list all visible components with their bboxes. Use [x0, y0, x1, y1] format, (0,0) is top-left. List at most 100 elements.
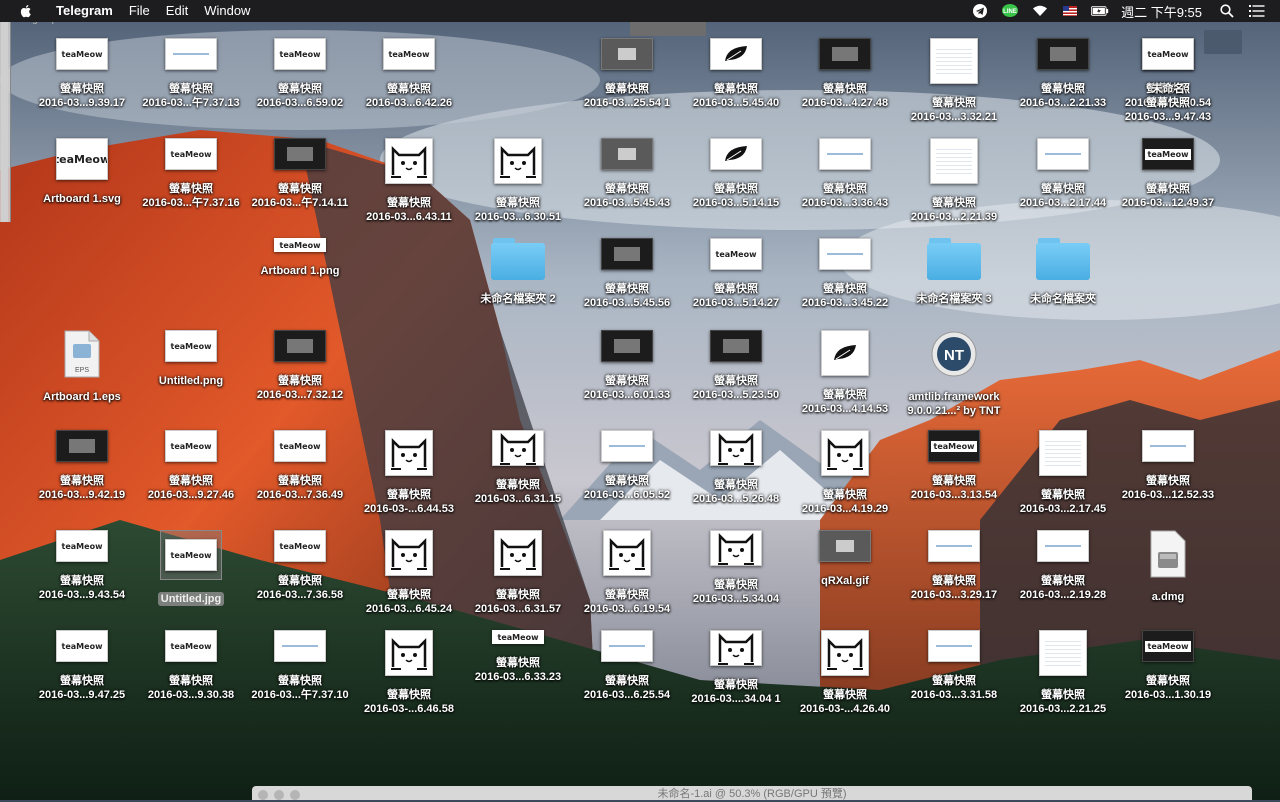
desktop-icon[interactable]: a.dmg	[1114, 530, 1222, 604]
desktop-icon[interactable]: 未命名檔案夾	[1009, 238, 1117, 306]
window-minimize-button[interactable]	[274, 790, 284, 800]
desktop-icon[interactable]: 螢幕快照 2016-03...2.17.44	[1009, 138, 1117, 210]
desktop-icon[interactable]: 螢幕快照 2016-03...5.26.48	[682, 430, 790, 506]
desktop-icon[interactable]: teaMeow 螢幕快照 2016-03...7.36.49	[246, 430, 354, 502]
eps-file-icon: EPS	[63, 330, 101, 378]
desktop-icon[interactable]: teaMeow 螢幕快照 2016-03...9.30.38	[137, 630, 245, 702]
menu-app-telegram[interactable]: Telegram	[48, 0, 121, 22]
desktop-icon[interactable]: 螢幕快照 2016-03...午7.37.10	[246, 630, 354, 702]
line-icon[interactable]: LINE	[1001, 3, 1019, 19]
desktop-icon[interactable]: 螢幕快照 2016-03...6.25.54	[573, 630, 681, 702]
desktop-icon[interactable]: 螢幕快照 2016-03...5.45.43	[573, 138, 681, 210]
desktop-icon[interactable]: teaMeow 螢幕快照 2016-03...3.13.54	[900, 430, 1008, 502]
desktop-icon[interactable]: teaMeow 螢幕快照 2016-03...6.42.26	[355, 38, 463, 110]
desktop-icon[interactable]: teaMeow 螢幕快照 2016-03...6.33.23	[464, 630, 572, 684]
icon-subtitle: 2016-03...6.43.11	[366, 211, 452, 223]
desktop-icon[interactable]: 螢幕快照 2016-03...3.45.22	[791, 238, 899, 310]
desktop-icon[interactable]: 螢幕快照 2016-03...25.54 1	[573, 38, 681, 110]
desktop-icon[interactable]: teaMeow 螢幕快照 2016-03...午7.37.16	[137, 138, 245, 210]
desktop-icon[interactable]: 螢幕快照 2016-03-...6.44.53	[355, 430, 463, 516]
desktop-icon[interactable]: 螢幕快照 2016-03...9.42.19	[28, 430, 136, 502]
image-thumbnail	[821, 330, 869, 376]
window-close-button[interactable]	[258, 790, 268, 800]
desktop-icon[interactable]: teaMeow 螢幕快照 2016-03...9.43.54	[28, 530, 136, 602]
menu-file[interactable]: File	[121, 0, 158, 22]
desktop-icon[interactable]: 螢幕快照 2016-03...3.29.17	[900, 530, 1008, 602]
desktop-icon[interactable]: teaMeow 螢幕快照 2016-03...6.59.02	[246, 38, 354, 110]
desktop-icon[interactable]: teaMeow Artboard 1.svg	[28, 138, 136, 206]
desktop-icon[interactable]: 螢幕快照 2016-03...3.32.21	[900, 38, 1008, 124]
desktop-icon[interactable]: teaMeow 螢幕快照 2016-03...5.14.27	[682, 238, 790, 310]
image-thumbnail	[601, 138, 653, 170]
desktop-icon[interactable]: teaMeow 螢幕快照 2016-03...7.36.58	[246, 530, 354, 602]
desktop-icon-label: 螢幕快照 2016-03...2.21.25	[1020, 688, 1106, 716]
desktop-icon[interactable]: 螢幕快照 2016-03...5.23.50	[682, 330, 790, 402]
window-zoom-button[interactable]	[290, 790, 300, 800]
desktop-icon[interactable]: teaMeow 螢幕快照 2016-03...9.47.25	[28, 630, 136, 702]
desktop-icon[interactable]: 未命名檔案夾 2	[464, 238, 572, 306]
desktop-icon[interactable]: teaMeow 螢幕快照 2016-03...9.39.17	[28, 38, 136, 110]
desktop-icon[interactable]: 螢幕快照 2016-03...5.34.04	[682, 530, 790, 606]
desktop-icon[interactable]: 螢幕快照 2016-03-...4.26.40	[791, 630, 899, 716]
desktop-icon[interactable]: 螢幕快照 2016-03...3.31.58	[900, 630, 1008, 702]
wifi-icon[interactable]	[1031, 3, 1049, 19]
menubar-clock[interactable]: 週二 下午9:55	[1115, 2, 1212, 21]
desktop-icon[interactable]: 螢幕快照 2016-03...午7.14.11	[246, 138, 354, 210]
desktop-icon[interactable]: 螢幕快照 2016-03...5.45.56	[573, 238, 681, 310]
desktop-icon[interactable]: 螢幕快照 2016-03...6.05.52	[573, 430, 681, 502]
desktop-icon[interactable]: teaMeow 未命名 螢幕快照 2016-03...9.47.43	[1114, 38, 1222, 124]
desktop-icon[interactable]: 螢幕快照 2016-03...12.52.33	[1114, 430, 1222, 502]
desktop-icon[interactable]: NT amtlib.framework 9.0.0.21...² by TNT	[900, 330, 1008, 418]
desktop-icon[interactable]: teaMeow Untitled.png	[137, 330, 245, 388]
desktop-icon[interactable]: 螢幕快照 2016-03...6.31.57	[464, 530, 572, 616]
list-icon[interactable]	[1248, 3, 1266, 19]
desktop-icon[interactable]: 螢幕快照 2016-03...6.31.15	[464, 430, 572, 506]
desktop-icon[interactable]: 螢幕快照 2016-03...2.21.25	[1009, 630, 1117, 716]
desktop-icon[interactable]: 螢幕快照 2016-03-...6.46.58	[355, 630, 463, 716]
desktop-icon[interactable]: 螢幕快照 2016-03...4.14.53	[791, 330, 899, 416]
desktop-icon[interactable]: 螢幕快照 2016-03...4.19.29	[791, 430, 899, 516]
telegram-icon[interactable]	[971, 3, 989, 19]
desktop-icon[interactable]: EPS Artboard 1.eps	[28, 330, 136, 404]
desktop-icon[interactable]: teaMeow 螢幕快照 2016-03...1.30.19	[1114, 630, 1222, 702]
menu-window[interactable]: Window	[196, 0, 258, 22]
partial-window	[630, 22, 706, 36]
desktop-icon[interactable]: qRXal.gif	[791, 530, 899, 588]
desktop-icon[interactable]: 螢幕快照 2016-03...2.21.39	[900, 138, 1008, 224]
bottom-window-titlebar[interactable]: 未命名-1.ai @ 50.3% (RGB/GPU 預覽)	[252, 786, 1252, 800]
desktop-icon[interactable]: 螢幕快照 2016-03...6.19.54	[573, 530, 681, 616]
desktop-icon[interactable]: 螢幕快照 2016-03...6.43.11	[355, 138, 463, 224]
flag-icon[interactable]	[1061, 3, 1079, 19]
search-icon[interactable]	[1218, 3, 1236, 19]
icon-name: 螢幕快照	[932, 197, 976, 209]
icon-name: 螢幕快照	[932, 97, 976, 109]
icon-subtitle: 2016-03...4.27.48	[801, 97, 889, 109]
apple-menu-icon[interactable]	[18, 3, 34, 19]
desktop-icon[interactable]: 螢幕快照 2016-03...6.01.33	[573, 330, 681, 402]
desktop-icon[interactable]: 螢幕快照 2016-03....34.04 1	[682, 630, 790, 706]
desktop-icon[interactable]: 螢幕快照 2016-03...6.30.51	[464, 138, 572, 224]
desktop-icon[interactable]: 螢幕快照 2016-03...5.14.15	[682, 138, 790, 210]
icon-name: 螢幕快照	[823, 689, 867, 701]
desktop-icon[interactable]: teaMeow 螢幕快照 2016-03...9.27.46	[137, 430, 245, 502]
desktop-icon-label: 螢幕快照 2016-03...2.21.33	[1020, 82, 1106, 110]
desktop-icon[interactable]: 螢幕快照 2016-03...午7.37.13	[137, 38, 245, 110]
desktop-icon[interactable]: 螢幕快照 2016-03...2.17.45	[1009, 430, 1117, 516]
menu-edit[interactable]: Edit	[158, 0, 196, 22]
desktop-icon[interactable]: 螢幕快照 2016-03...2.19.28	[1009, 530, 1117, 602]
image-thumbnail	[819, 38, 871, 70]
desktop-icon[interactable]: 螢幕快照 2016-03...3.36.43	[791, 138, 899, 210]
desktop-icon-label: 螢幕快照 2016-03...6.05.52	[584, 474, 670, 502]
desktop-icon[interactable]: teaMeow Artboard 1.png	[246, 238, 354, 278]
desktop-icon[interactable]: 螢幕快照 2016-03...5.45.40	[682, 38, 790, 110]
desktop-icon[interactable]: 螢幕快照 2016-03...6.45.24	[355, 530, 463, 616]
desktop-icon[interactable]: 螢幕快照 2016-03...2.21.33	[1009, 38, 1117, 110]
desktop-icon[interactable]: teaMeow Untitled.jpg	[137, 530, 245, 606]
desktop-icon[interactable]: 未命名檔案夾 3	[900, 238, 1008, 306]
desktop-icon[interactable]: 螢幕快照 2016-03...4.27.48	[791, 38, 899, 110]
desktop-icon[interactable]: 螢幕快照 2016-03...7.32.12	[246, 330, 354, 402]
desktop-icon[interactable]: teaMeow 螢幕快照 2016-03...12.49.37	[1114, 138, 1222, 210]
icon-name: 螢幕快照	[605, 283, 649, 295]
battery-icon[interactable]	[1091, 3, 1109, 19]
image-thumbnail	[492, 430, 544, 466]
